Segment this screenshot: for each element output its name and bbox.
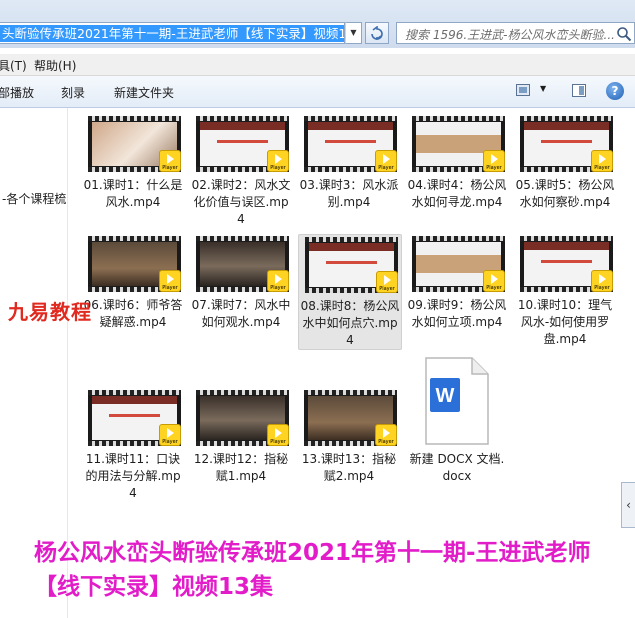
player-icon [483, 270, 505, 292]
address-path[interactable]: 头断验传承班2021年第十一期-王进武老师【线下实录】视频13集 [0, 25, 344, 42]
video-thumbnail [88, 116, 181, 172]
preview-pane-icon[interactable] [572, 84, 586, 97]
video-thumbnail [412, 116, 505, 172]
file-item[interactable]: 05.课时5：杨公风水如何察砂.mp4 [510, 108, 614, 228]
video-thumbnail [520, 116, 613, 172]
address-dropdown-button[interactable]: ▼ [345, 22, 362, 44]
player-icon [375, 150, 397, 172]
player-icon [267, 150, 289, 172]
help-icon[interactable]: ? [606, 82, 624, 100]
video-thumbnail [412, 236, 505, 292]
file-item[interactable]: 11.课时11：口诀的用法与分解.mp4 [78, 382, 182, 502]
file-item[interactable]: 03.课时3：风水派别.mp4 [294, 108, 398, 228]
player-icon [267, 424, 289, 446]
menu-bar: 具(T) 帮助(H) [0, 54, 635, 76]
svg-text:W: W [436, 385, 455, 407]
player-icon [159, 270, 181, 292]
file-name: 05.课时5：杨公风水如何察砂.mp4 [515, 178, 615, 209]
file-item[interactable]: 06.课时6：师爷答疑解惑.mp4 [78, 228, 182, 348]
file-item[interactable]: 13.课时13：指秘赋2.mp4 [294, 382, 398, 502]
file-item[interactable]: 01.课时1：什么是风水.mp4 [78, 108, 182, 228]
file-item[interactable]: 09.课时9：杨公风水如何立项.mp4 [402, 228, 506, 348]
change-view-icon[interactable] [516, 84, 530, 96]
video-thumbnail [196, 116, 289, 172]
file-name: 11.课时11：口诀的用法与分解.mp4 [85, 452, 181, 500]
player-icon [267, 270, 289, 292]
collapse-pane-chevron-icon[interactable]: ‹ [621, 482, 635, 528]
file-name: 新建 DOCX 文档.docx [409, 452, 505, 483]
menu-help[interactable]: 帮助(H) [34, 57, 76, 74]
video-thumbnail [304, 116, 397, 172]
player-icon [376, 271, 398, 293]
play-all-button[interactable]: 部播放 [0, 84, 34, 101]
video-thumbnail [196, 390, 289, 446]
refresh-button[interactable] [365, 22, 389, 44]
file-item[interactable]: 02.课时2：风水文化价值与误区.mp4 [186, 108, 290, 228]
player-icon [159, 424, 181, 446]
file-name: 06.课时6：师爷答疑解惑.mp4 [83, 298, 183, 329]
search-input[interactable]: 搜索 1596.王进武-杨公风水峦头断验... [396, 22, 635, 44]
file-name: 13.课时13：指秘赋2.mp4 [301, 452, 397, 483]
address-row: 头断验传承班2021年第十一期-王进武老师【线下实录】视频13集 ▼ 搜索 15… [0, 0, 635, 48]
view-dropdown-icon[interactable]: ▼ [540, 84, 546, 93]
player-icon [483, 150, 505, 172]
file-name: 02.课时2：风水文化价值与误区.mp4 [191, 178, 291, 226]
player-icon [591, 270, 613, 292]
player-icon [591, 150, 613, 172]
video-thumbnail [520, 236, 613, 292]
file-name: 10.课时10：理气风水-如何使用罗盘.mp4 [517, 298, 613, 346]
file-name: 09.课时9：杨公风水如何立项.mp4 [407, 298, 507, 329]
video-thumbnail [304, 390, 397, 446]
search-placeholder: 搜索 1596.王进武-杨公风水峦头断验... [405, 28, 615, 42]
address-bar[interactable]: 头断验传承班2021年第十一期-王进武老师【线下实录】视频13集 [0, 22, 345, 44]
word-document-icon: W [425, 357, 489, 445]
video-thumbnail [88, 390, 181, 446]
file-item-selected[interactable]: 08.课时8：杨公风水中如何点穴.mp4 [298, 234, 402, 350]
burn-button[interactable]: 刻录 [61, 84, 85, 101]
file-item[interactable]: 04.课时4：杨公风水如何寻龙.mp4 [402, 108, 506, 228]
watermark-text: 九易教程 [8, 300, 92, 324]
refresh-icon [371, 25, 383, 41]
video-thumbnail [88, 236, 181, 292]
file-item[interactable]: 10.课时10：理气风水-如何使用罗盘.mp4 [510, 228, 614, 348]
command-bar: 部播放 刻录 新建文件夹 ▼ ? [0, 76, 635, 108]
player-icon [375, 424, 397, 446]
file-name: 03.课时3：风水派别.mp4 [299, 178, 399, 209]
video-thumbnail [305, 237, 398, 293]
new-folder-button[interactable]: 新建文件夹 [114, 84, 174, 101]
search-icon[interactable] [616, 26, 632, 42]
title-banner: 杨公风水峦头断验传承班2021年第十一期-王进武老师【线下实录】视频13集 [34, 540, 591, 600]
file-name: 07.课时7：风水中如何观水.mp4 [191, 298, 291, 329]
video-thumbnail [196, 236, 289, 292]
file-name: 08.课时8：杨公风水中如何点穴.mp4 [300, 299, 400, 347]
file-name: 01.课时1：什么是风水.mp4 [83, 178, 183, 209]
player-icon [159, 150, 181, 172]
file-item[interactable]: 07.课时7：风水中如何观水.mp4 [186, 228, 290, 348]
file-item[interactable]: 12.课时12：指秘赋1.mp4 [186, 382, 290, 502]
file-name: 12.课时12：指秘赋1.mp4 [193, 452, 289, 483]
file-name: 04.课时4：杨公风水如何寻龙.mp4 [407, 178, 507, 209]
file-item-docx[interactable]: W 新建 DOCX 文档.docx [402, 348, 506, 488]
menu-tools[interactable]: 具(T) [0, 57, 27, 74]
nav-item-course-folder[interactable]: -各个课程梳 [2, 190, 66, 207]
